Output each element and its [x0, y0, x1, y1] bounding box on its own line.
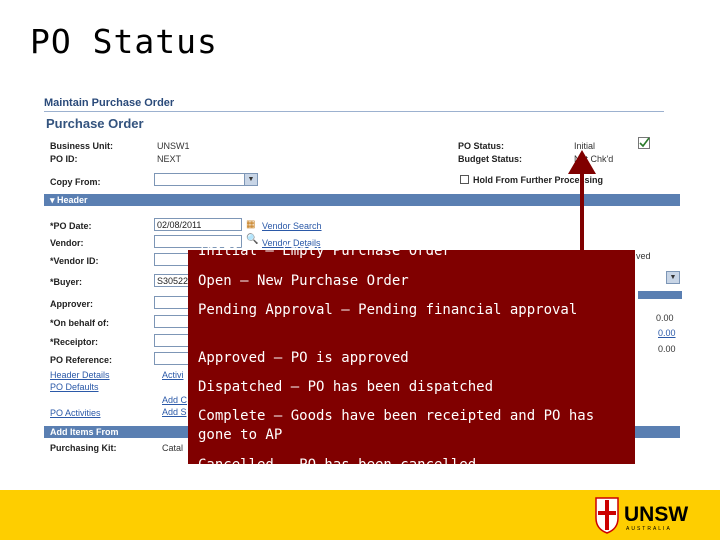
calendar-icon[interactable]: ▦: [246, 219, 255, 230]
po-reference-label: PO Reference:: [50, 355, 113, 365]
status-cancelled: Cancelled – PO has been cancelled: [198, 457, 477, 473]
right-select[interactable]: ▼: [666, 271, 680, 284]
activities-link[interactable]: Activi: [162, 370, 184, 380]
header-bar[interactable]: ▾ Header: [44, 194, 680, 206]
receiptor-label: *Receiptor:: [50, 337, 99, 347]
business-unit-value: UNSW1: [157, 141, 190, 151]
budget-status-label: Budget Status:: [458, 154, 522, 164]
po-status-label: PO Status:: [458, 141, 505, 151]
business-unit-label: Business Unit:: [50, 141, 114, 151]
page-title: Purchase Order: [46, 116, 144, 131]
status-dispatched: Dispatched – PO has been dispatched: [198, 379, 494, 395]
vendor-label: Vendor:: [50, 238, 84, 248]
amount-1: 0.00: [656, 313, 674, 323]
catalog-fragment: Catal: [162, 443, 184, 453]
unsw-logo: UNSW AUSTRALIA: [594, 496, 706, 534]
right-bar: [638, 291, 682, 299]
amount-3: 0.00: [658, 344, 676, 354]
buyer-label: *Buyer:: [50, 277, 83, 287]
nav-title[interactable]: Maintain Purchase Order: [44, 97, 174, 109]
status-complete: Complete – Goods have been receipted and…: [198, 408, 595, 443]
add-c-link[interactable]: Add C: [162, 395, 187, 405]
check-icon[interactable]: [638, 136, 650, 149]
chevron-down-icon[interactable]: ▼: [244, 174, 257, 185]
vendor-search-link[interactable]: Vendor Search: [262, 221, 322, 231]
status-approved: Approved – PO is approved: [198, 350, 409, 366]
nav-divider: [44, 111, 664, 112]
amount-2[interactable]: 0.00: [658, 328, 676, 338]
logo-subtext: AUSTRALIA: [626, 526, 672, 532]
po-date-label: *PO Date:: [50, 221, 92, 231]
hold-checkbox[interactable]: [460, 175, 469, 184]
status-open: Open – New Purchase Order: [198, 273, 409, 289]
po-date-field[interactable]: 02/08/2011: [154, 218, 242, 231]
logo-text: UNSW: [624, 503, 688, 526]
po-id-label: PO ID:: [50, 154, 78, 164]
approved-fragment: ved: [636, 251, 651, 261]
status-pending-approval: Pending Approval – Pending financial app…: [198, 302, 578, 318]
purchasing-kit-label: Purchasing Kit:: [50, 443, 117, 453]
approver-label: Approver:: [50, 299, 94, 309]
slide-title: PO Status: [30, 22, 218, 61]
arrow-up-icon: [568, 150, 596, 174]
vendor-id-label: *Vendor ID:: [50, 256, 99, 266]
po-defaults-link[interactable]: PO Defaults: [50, 382, 99, 392]
copy-from-label: Copy From:: [50, 177, 101, 187]
on-behalf-of-label: *On behalf of:: [50, 318, 109, 328]
copy-from-select[interactable]: ▼: [154, 173, 258, 186]
po-activities-link[interactable]: PO Activities: [50, 408, 101, 418]
status-initial: Initial – Empty Purchase Order: [198, 243, 451, 259]
po-id-value: NEXT: [157, 154, 182, 164]
header-details-link[interactable]: Header Details: [50, 370, 110, 380]
chevron-down-icon[interactable]: ▼: [667, 272, 679, 283]
add-s-link[interactable]: Add S: [162, 407, 187, 417]
